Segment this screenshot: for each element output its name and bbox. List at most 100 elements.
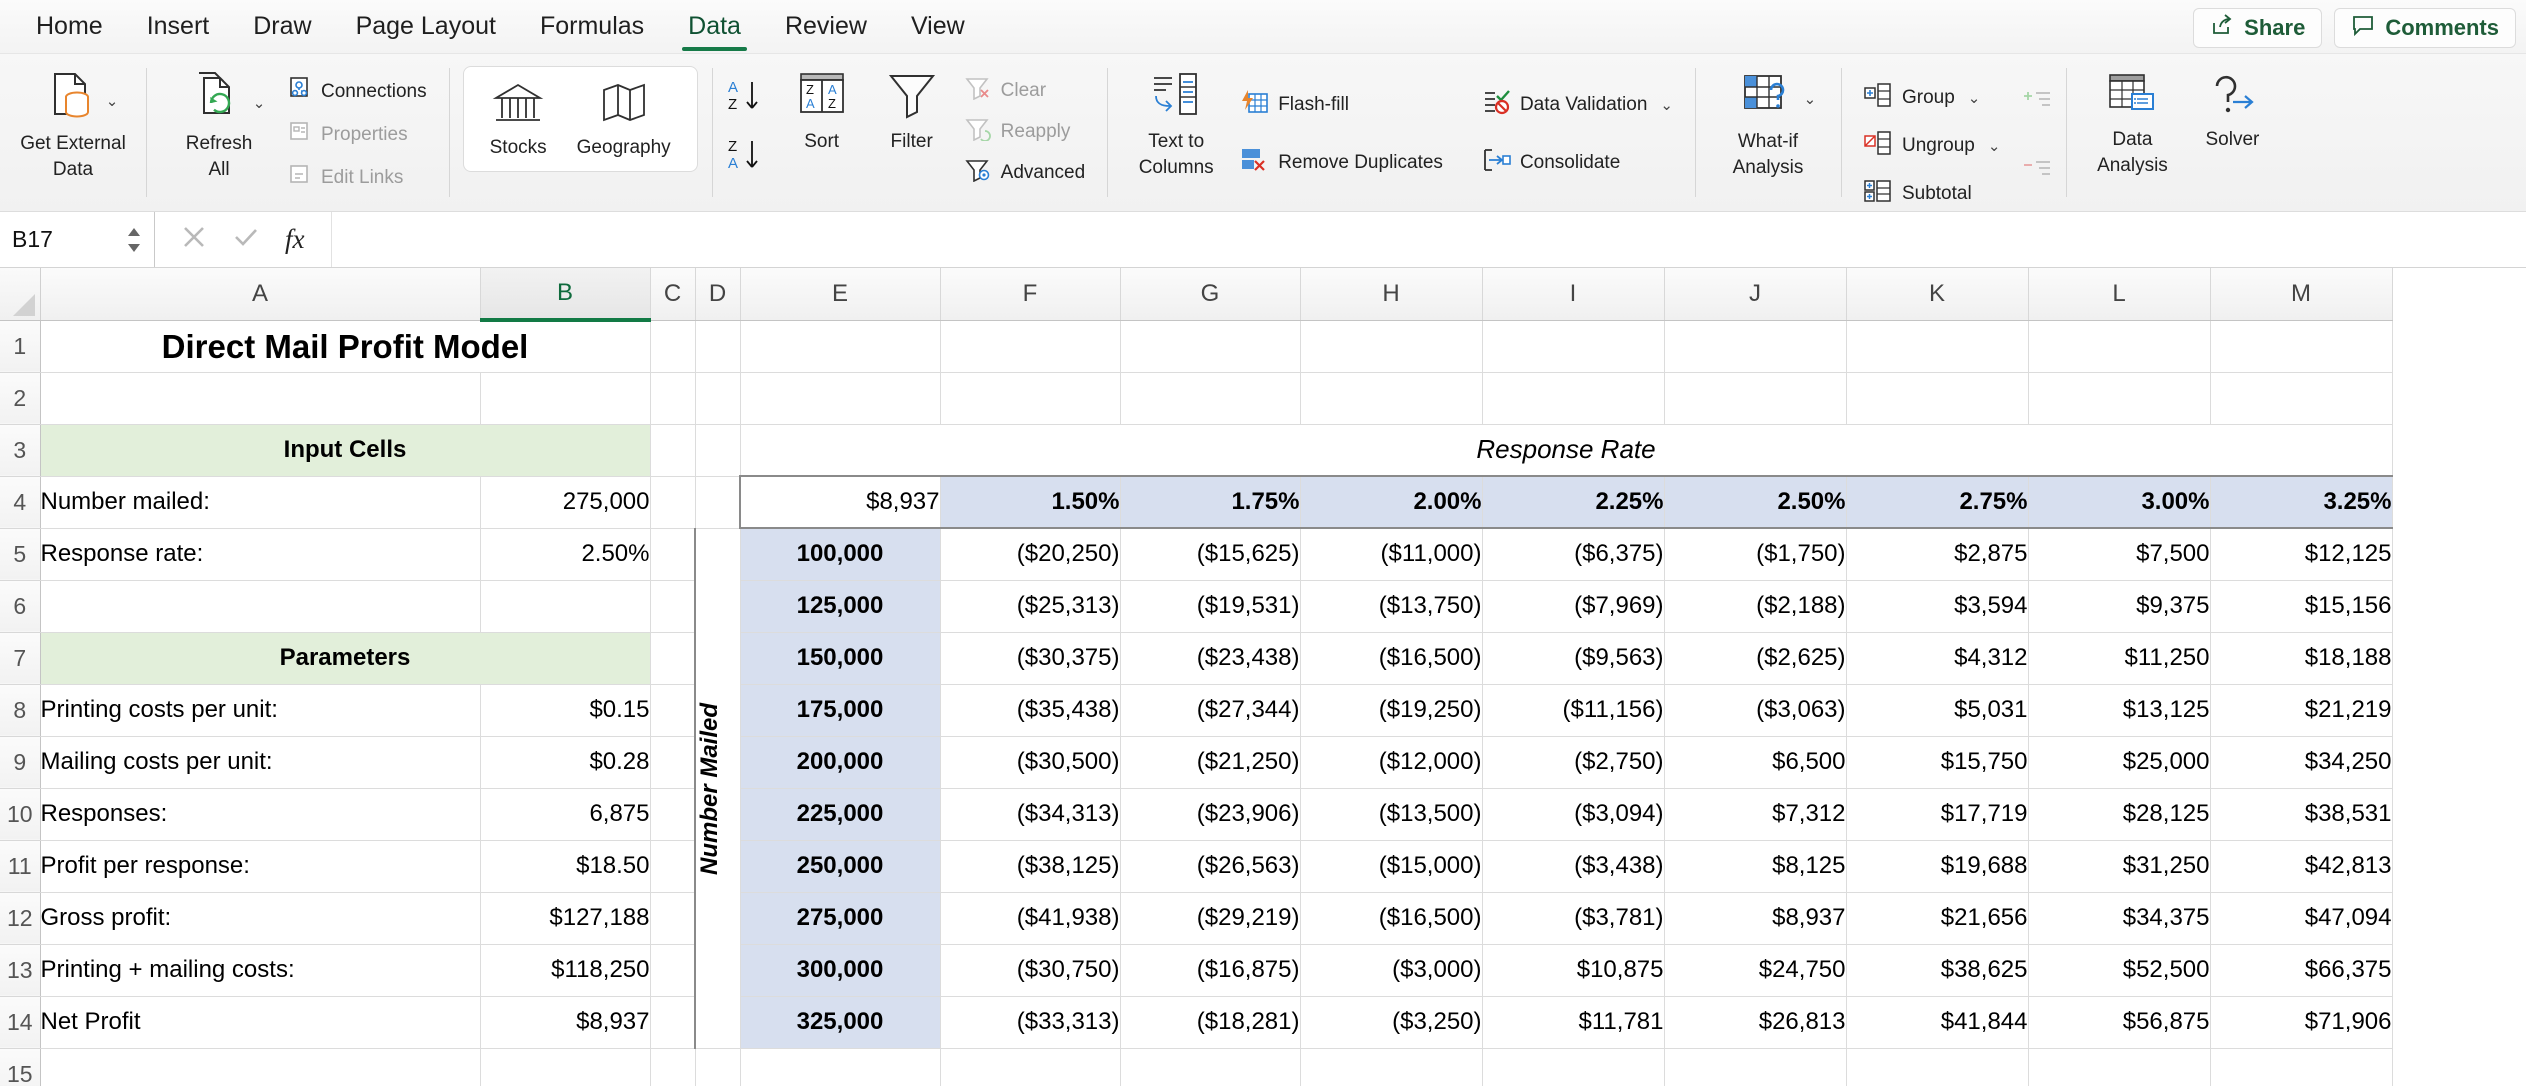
cell-A13-label[interactable]: Printing + mailing costs: xyxy=(40,944,481,997)
cell-F2[interactable] xyxy=(940,372,1121,425)
cell-J8[interactable]: ($3,063) xyxy=(1664,684,1847,737)
refresh-all-button[interactable]: ⌄ Refresh All xyxy=(160,62,278,181)
cell-L7[interactable]: $11,250 xyxy=(2028,632,2211,685)
cell-C11[interactable] xyxy=(650,840,696,893)
geography-button[interactable]: Geography xyxy=(577,80,671,159)
chevron-down-icon[interactable]: ⌄ xyxy=(1988,137,2001,155)
row-header-7[interactable]: 7 xyxy=(0,632,41,685)
cell-H9[interactable]: ($12,000) xyxy=(1300,736,1483,789)
remove-duplicates-button[interactable]: Remove Duplicates xyxy=(1231,142,1451,184)
fx-icon[interactable]: fx xyxy=(285,224,305,255)
cell-K15[interactable] xyxy=(1846,1048,2029,1086)
cell-L5[interactable]: $7,500 xyxy=(2028,527,2211,581)
cell-A4-label[interactable]: Number mailed: xyxy=(40,476,481,529)
cell-I11[interactable]: ($3,438) xyxy=(1482,840,1665,893)
confirm-icon[interactable] xyxy=(233,224,259,255)
cell-J5[interactable]: ($1,750) xyxy=(1664,527,1847,581)
cell-E3-response-rate-label[interactable]: Response Rate xyxy=(740,424,2393,477)
col-header-G[interactable]: G xyxy=(1120,268,1301,321)
cell-A7-parameters-header[interactable]: Parameters xyxy=(40,632,651,685)
cell-G2[interactable] xyxy=(1120,372,1301,425)
cell-K7[interactable]: $4,312 xyxy=(1846,632,2029,685)
formula-input[interactable] xyxy=(332,212,2526,267)
cell-F14[interactable]: ($33,313) xyxy=(940,996,1121,1049)
name-box-spinner[interactable] xyxy=(126,226,142,254)
cell-I4-rate-header[interactable]: 2.25% xyxy=(1482,475,1665,529)
cell-H12[interactable]: ($16,500) xyxy=(1300,892,1483,945)
advanced-filter-button[interactable]: Advanced xyxy=(956,154,1094,192)
cell-E14-row-header[interactable]: 325,000 xyxy=(740,996,941,1049)
cell-B10-value[interactable]: 6,875 xyxy=(480,788,651,841)
cell-C5[interactable] xyxy=(650,528,696,581)
cell-K2[interactable] xyxy=(1846,372,2029,425)
cell-H15[interactable] xyxy=(1300,1048,1483,1086)
cell-D2[interactable] xyxy=(695,372,741,425)
sort-button[interactable]: Z A A Z Sort xyxy=(776,62,868,153)
cell-M12[interactable]: $47,094 xyxy=(2210,892,2393,945)
cell-I2[interactable] xyxy=(1482,372,1665,425)
row-header-13[interactable]: 13 xyxy=(0,944,41,997)
cell-A10-label[interactable]: Responses: xyxy=(40,788,481,841)
cell-A6[interactable] xyxy=(40,580,481,633)
cell-L1[interactable] xyxy=(2028,320,2211,373)
cell-H5[interactable]: ($11,000) xyxy=(1300,527,1483,581)
cell-B15[interactable] xyxy=(480,1048,651,1086)
cell-G10[interactable]: ($23,906) xyxy=(1120,788,1301,841)
cell-C10[interactable] xyxy=(650,788,696,841)
cell-A2[interactable] xyxy=(40,372,481,425)
cell-M7[interactable]: $18,188 xyxy=(2210,632,2393,685)
ungroup-button[interactable]: Ungroup ⌄ xyxy=(1855,126,2008,166)
tab-home[interactable]: Home xyxy=(14,0,125,54)
cell-E8-row-header[interactable]: 175,000 xyxy=(740,684,941,737)
cell-D5-number-mailed-label[interactable]: Number Mailed xyxy=(694,528,741,1049)
cell-F9[interactable]: ($30,500) xyxy=(940,736,1121,789)
cell-M13[interactable]: $66,375 xyxy=(2210,944,2393,997)
cell-L9[interactable]: $25,000 xyxy=(2028,736,2211,789)
row-header-11[interactable]: 11 xyxy=(0,840,41,893)
cell-M8[interactable]: $21,219 xyxy=(2210,684,2393,737)
cell-B14-value[interactable]: $8,937 xyxy=(480,996,651,1049)
cell-L11[interactable]: $31,250 xyxy=(2028,840,2211,893)
cell-J1[interactable] xyxy=(1664,320,1847,373)
cell-M2[interactable] xyxy=(2210,372,2393,425)
sort-ascending-button[interactable]: A Z xyxy=(726,76,768,121)
col-header-B[interactable]: B xyxy=(480,268,651,322)
cell-H8[interactable]: ($19,250) xyxy=(1300,684,1483,737)
cell-A11-label[interactable]: Profit per response: xyxy=(40,840,481,893)
cell-K5[interactable]: $2,875 xyxy=(1846,527,2029,581)
cell-I6[interactable]: ($7,969) xyxy=(1482,580,1665,633)
col-header-I[interactable]: I xyxy=(1482,268,1665,321)
cell-B9-value[interactable]: $0.28 xyxy=(480,736,651,789)
cell-I1[interactable] xyxy=(1482,320,1665,373)
cell-E5-row-header[interactable]: 100,000 xyxy=(740,527,941,581)
cell-D3[interactable] xyxy=(695,424,741,477)
cell-H6[interactable]: ($13,750) xyxy=(1300,580,1483,633)
cell-A15[interactable] xyxy=(40,1048,481,1086)
cell-E9-row-header[interactable]: 200,000 xyxy=(740,736,941,789)
cell-K11[interactable]: $19,688 xyxy=(1846,840,2029,893)
cell-F15[interactable] xyxy=(940,1048,1121,1086)
cell-M9[interactable]: $34,250 xyxy=(2210,736,2393,789)
cell-L2[interactable] xyxy=(2028,372,2211,425)
chevron-down-icon[interactable]: ⌄ xyxy=(106,92,119,110)
cell-K6[interactable]: $3,594 xyxy=(1846,580,2029,633)
cell-J7[interactable]: ($2,625) xyxy=(1664,632,1847,685)
stocks-button[interactable]: Stocks xyxy=(490,80,547,159)
chevron-down-icon[interactable]: ⌄ xyxy=(1804,90,1817,108)
cell-D4[interactable] xyxy=(695,476,741,529)
name-box[interactable]: B17 xyxy=(0,212,155,267)
filter-button[interactable]: Filter xyxy=(868,62,956,153)
cell-K10[interactable]: $17,719 xyxy=(1846,788,2029,841)
cell-I8[interactable]: ($11,156) xyxy=(1482,684,1665,737)
cell-I12[interactable]: ($3,781) xyxy=(1482,892,1665,945)
chevron-down-icon[interactable]: ⌄ xyxy=(1968,89,1981,107)
col-header-D[interactable]: D xyxy=(695,268,741,321)
cell-B2[interactable] xyxy=(480,372,651,425)
cell-A8-label[interactable]: Printing costs per unit: xyxy=(40,684,481,737)
cell-M10[interactable]: $38,531 xyxy=(2210,788,2393,841)
cell-A14-label[interactable]: Net Profit xyxy=(40,996,481,1049)
cell-J9[interactable]: $6,500 xyxy=(1664,736,1847,789)
cell-G4-rate-header[interactable]: 1.75% xyxy=(1120,475,1301,529)
cell-L10[interactable]: $28,125 xyxy=(2028,788,2211,841)
cell-G6[interactable]: ($19,531) xyxy=(1120,580,1301,633)
